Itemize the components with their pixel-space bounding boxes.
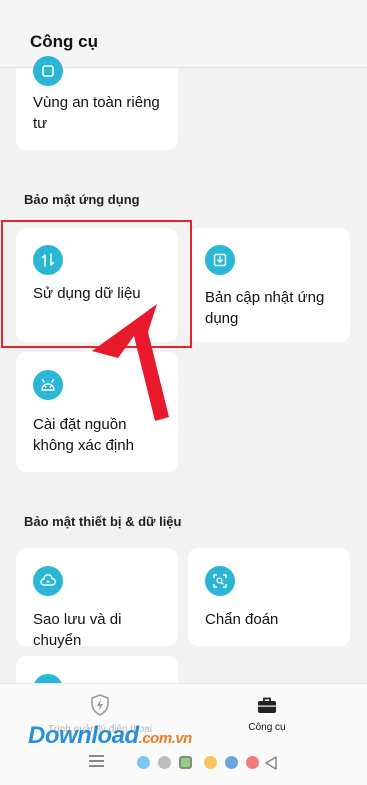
nav-tools-label: Công cụ [248, 722, 286, 733]
download-box-icon [205, 245, 235, 275]
diagnosis-card[interactable]: Chẩn đoán [188, 548, 350, 646]
annotation-arrow-icon [92, 304, 169, 421]
section-device-security: Bảo mật thiết bị & dữ liệu [24, 514, 182, 529]
menu-icon[interactable] [89, 755, 104, 767]
back-triangle-icon[interactable] [264, 756, 278, 770]
private-zone-card[interactable]: Vùng an toàn riêng tư [16, 56, 178, 150]
app-update-label: Bản cập nhật ứng dụng [205, 289, 325, 327]
watermark-suffix: .com.vn [138, 730, 193, 747]
diagnosis-scan-icon [205, 566, 235, 596]
cloud-backup-icon [33, 566, 63, 596]
home-square-icon[interactable] [179, 756, 192, 769]
dot-icon-blue [137, 756, 150, 769]
dot-icon-gray [158, 756, 171, 769]
dot-icon-red [246, 756, 259, 769]
watermark-main: Download [28, 722, 139, 749]
app-update-card[interactable]: Bản cập nhật ứng dụng [188, 228, 350, 342]
private-zone-label: Vùng an toàn riêng tư [33, 94, 160, 132]
dot-icon-blue-dark [225, 756, 238, 769]
dot-icon-yellow [204, 756, 217, 769]
watermark-logo: Download.com.vn [28, 722, 192, 750]
backup-card[interactable]: Sao lưu và di chuyển [16, 548, 178, 649]
system-nav-bar [0, 752, 367, 776]
android-icon [33, 370, 63, 400]
page-title: Công cụ [30, 32, 98, 51]
nav-tools[interactable]: Công cụ [236, 696, 298, 733]
private-zone-icon [33, 56, 63, 86]
shield-bolt-icon [91, 694, 109, 716]
backup-label: Sao lưu và di chuyển [33, 611, 122, 649]
section-app-security: Bảo mật ứng dụng [24, 192, 140, 207]
diagnosis-label: Chẩn đoán [205, 611, 279, 628]
toolbox-icon [258, 697, 276, 713]
